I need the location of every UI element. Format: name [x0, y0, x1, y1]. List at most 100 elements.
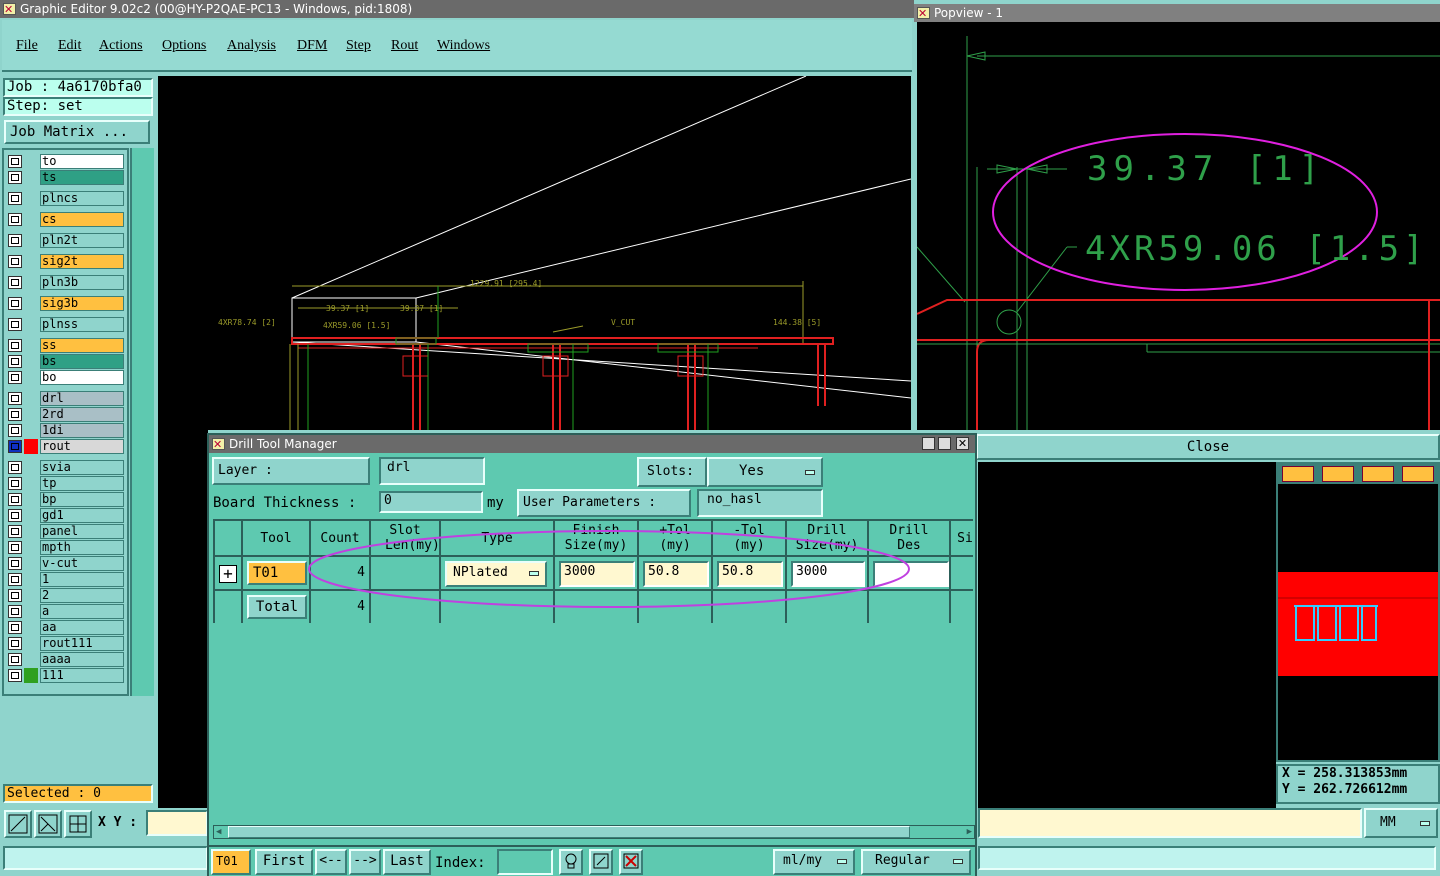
units-mode-dropdown[interactable]: ml/my — [773, 849, 855, 875]
layer-row-bs[interactable]: bs — [8, 354, 124, 369]
slots-dropdown[interactable]: Yes — [707, 457, 823, 487]
layer-checkbox[interactable] — [8, 573, 22, 586]
refresh-button[interactable] — [589, 849, 613, 875]
regular-dropdown[interactable]: Regular — [861, 849, 971, 875]
minimize-icon[interactable] — [922, 437, 935, 450]
layer-row-1di[interactable]: 1di — [8, 423, 124, 438]
layer-checkbox[interactable] — [8, 171, 22, 184]
layer-checkbox[interactable] — [8, 477, 22, 490]
layer-row-panel[interactable]: panel — [8, 524, 124, 539]
layer-checkbox[interactable] — [8, 541, 22, 554]
board-thickness-input[interactable]: 0 — [379, 491, 483, 513]
layer-checkbox[interactable] — [8, 297, 22, 310]
menu-actions[interactable]: Actions — [99, 38, 143, 54]
layer-row-aaaa[interactable]: aaaa — [8, 652, 124, 667]
prev-button[interactable]: <-- — [315, 849, 347, 875]
layer-row-mpth[interactable]: mpth — [8, 540, 124, 555]
menu-analysis[interactable]: Analysis — [227, 38, 276, 54]
layer-checkbox[interactable] — [8, 653, 22, 666]
layer-checkbox[interactable] — [8, 669, 22, 682]
layer-checkbox[interactable] — [8, 589, 22, 602]
xy-input[interactable] — [146, 810, 208, 836]
index-input[interactable] — [497, 849, 553, 875]
layer-checkbox[interactable] — [8, 408, 22, 421]
layer-checkbox[interactable] — [8, 637, 22, 650]
layer-checkbox[interactable] — [8, 192, 22, 205]
layer-row-ts[interactable]: ts — [8, 170, 124, 185]
layer-row-pln3b[interactable]: pln3b — [8, 275, 124, 290]
next-button[interactable]: --> — [349, 849, 381, 875]
close-button[interactable]: Close — [976, 434, 1440, 460]
scroll-left-icon[interactable]: ◀ — [216, 827, 221, 837]
menu-file[interactable]: File — [16, 38, 38, 54]
layer-row-rout[interactable]: rout — [8, 439, 124, 454]
measure-button[interactable] — [34, 810, 62, 838]
first-button[interactable]: First — [255, 849, 313, 875]
last-button[interactable]: Last — [383, 849, 431, 875]
menu-dfm[interactable]: DFM — [297, 38, 327, 54]
layer-row-2[interactable]: 2 — [8, 588, 124, 603]
layer-checkbox[interactable] — [8, 371, 22, 384]
layer-checkbox[interactable] — [8, 318, 22, 331]
layer-row-bo[interactable]: bo — [8, 370, 124, 385]
layer-row-1[interactable]: 1 — [8, 572, 124, 587]
layer-row-to[interactable]: to — [8, 154, 124, 169]
popview-input[interactable] — [978, 808, 1362, 838]
layer-row-sig2t[interactable]: sig2t — [8, 254, 124, 269]
layer-checkbox[interactable] — [8, 605, 22, 618]
layer-checkbox[interactable] — [8, 621, 22, 634]
layer-checkbox[interactable] — [8, 392, 22, 405]
job-matrix-button[interactable]: Job Matrix ... — [4, 120, 150, 144]
user-parameters-button[interactable]: User Parameters : — [517, 489, 691, 517]
layer-row-ss[interactable]: ss — [8, 338, 124, 353]
layer-checkbox[interactable] — [8, 255, 22, 268]
layer-row-plnss[interactable]: plnss — [8, 317, 124, 332]
layer-checkbox[interactable] — [8, 525, 22, 538]
layer-list-scrollbar[interactable] — [130, 148, 154, 696]
layer-row-pln2t[interactable]: pln2t — [8, 233, 124, 248]
layer-row-tp[interactable]: tp — [8, 476, 124, 491]
layer-row-aa[interactable]: aa — [8, 620, 124, 635]
cad-canvas[interactable]: 1229.91 [295.4] 4XR78.74 [2] 39.37 [1] 3… — [158, 76, 911, 430]
layer-checkbox[interactable] — [8, 355, 22, 368]
scroll-right-icon[interactable]: ▶ — [967, 827, 972, 837]
layer-checkbox[interactable] — [8, 155, 22, 168]
layer-row-svia[interactable]: svia — [8, 460, 124, 475]
layer-value[interactable]: drl — [379, 457, 485, 485]
mini-view-panel[interactable] — [1276, 462, 1440, 762]
menu-rout[interactable]: Rout — [391, 38, 418, 54]
layer-row-cs[interactable]: cs — [8, 212, 124, 227]
grid-button[interactable] — [64, 810, 92, 838]
layer-checkbox[interactable] — [8, 213, 22, 226]
menu-options[interactable]: Options — [162, 38, 206, 54]
layer-row-111[interactable]: 111 — [8, 668, 124, 683]
menu-edit[interactable]: Edit — [58, 38, 81, 54]
delete-button[interactable] — [619, 849, 643, 875]
layer-checkbox[interactable] — [8, 461, 22, 474]
layer-checkbox[interactable] — [8, 424, 22, 437]
layer-row-sig3b[interactable]: sig3b — [8, 296, 124, 311]
layer-row-rout111[interactable]: rout111 — [8, 636, 124, 651]
layer-row-bp[interactable]: bp — [8, 492, 124, 507]
layer-checkbox[interactable] — [8, 493, 22, 506]
popview-canvas[interactable]: 39.37 [1] 4XR59.06 [1.5] — [917, 22, 1440, 430]
layer-row-plncs[interactable]: plncs — [8, 191, 124, 206]
mini-tool-3[interactable] — [1362, 466, 1394, 482]
expand-button[interactable]: + — [219, 565, 237, 583]
mini-tool-4[interactable] — [1402, 466, 1434, 482]
layer-checkbox[interactable] — [8, 509, 22, 522]
units-dropdown[interactable]: MM — [1364, 808, 1438, 838]
layer-row-gd1[interactable]: gd1 — [8, 508, 124, 523]
menu-step[interactable]: Step — [346, 38, 371, 54]
layer-row-drl[interactable]: drl — [8, 391, 124, 406]
maximize-icon[interactable] — [938, 437, 951, 450]
layer-row-a[interactable]: a — [8, 604, 124, 619]
mini-tool-2[interactable] — [1322, 466, 1354, 482]
layer-row-2rd[interactable]: 2rd — [8, 407, 124, 422]
tool-button[interactable]: T01 — [247, 561, 307, 585]
zoom-box-button[interactable] — [4, 810, 32, 838]
layer-checkbox[interactable] — [8, 339, 22, 352]
layer-checkbox[interactable] — [8, 557, 22, 570]
layer-row-v-cut[interactable]: v-cut — [8, 556, 124, 571]
horizontal-scrollbar[interactable]: ◀ ▶ — [213, 825, 975, 839]
